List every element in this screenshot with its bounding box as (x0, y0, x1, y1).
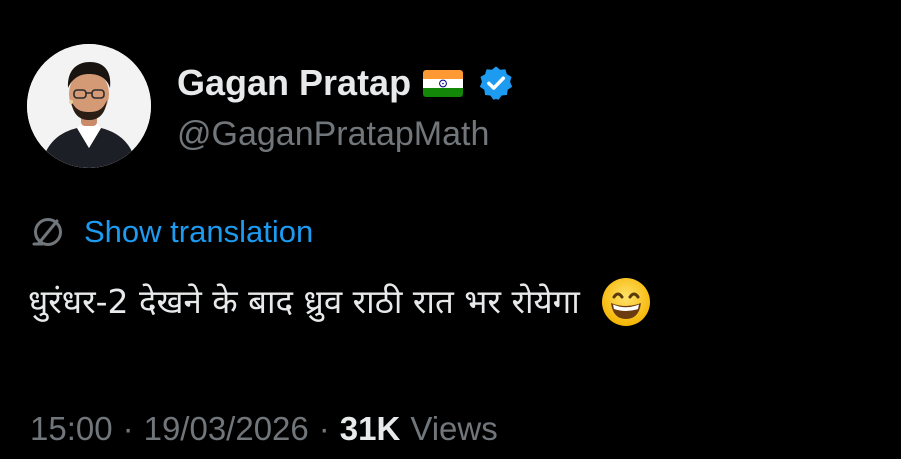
grinning-face-icon (600, 276, 652, 328)
views-label: Views (410, 410, 498, 447)
tweet-text: धुरंधर-2 देखने के बाद ध्रुव राठी रात भर … (28, 276, 652, 328)
show-translation-label: Show translation (84, 214, 314, 249)
verified-badge-icon[interactable] (477, 64, 515, 102)
author-name-row: Gagan Pratap (177, 58, 877, 108)
tweet-date[interactable]: 19/03/2026 (144, 410, 309, 448)
meta-separator: · (318, 410, 330, 447)
tweet-time[interactable]: 15:00 (30, 410, 113, 448)
india-flag-icon (423, 69, 464, 97)
tweet-text-content: धुरंधर-2 देखने के बाद ध्रुव राठी रात भर … (28, 282, 580, 321)
show-translation-button[interactable]: Show translation (30, 210, 313, 254)
author-display-name[interactable]: Gagan Pratap (177, 62, 411, 104)
meta-separator: · (122, 410, 134, 447)
avatar[interactable] (27, 44, 151, 168)
author-handle[interactable]: @GaganPratapMath (177, 115, 877, 154)
avatar-image (27, 44, 151, 168)
translate-globe-icon (30, 214, 66, 250)
tweet-meta: 15:00 · 19/03/2026 · 31K Views (30, 410, 498, 448)
tweet-detail: Gagan Pratap @GaganPratapMath Show trans… (0, 0, 901, 459)
author-info: Gagan Pratap @GaganPratapMath (177, 58, 877, 154)
views-count[interactable]: 31K (340, 410, 401, 448)
